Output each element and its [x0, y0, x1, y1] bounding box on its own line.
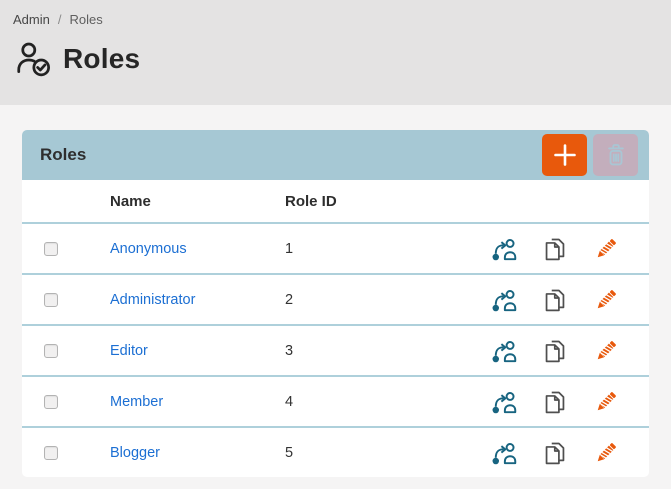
copy-button[interactable] [542, 337, 568, 365]
role-id-value: 5 [285, 445, 491, 461]
table-row: Anonymous 1 [22, 222, 649, 273]
topbar: Admin / Roles Roles [0, 0, 671, 105]
copy-button[interactable] [542, 439, 568, 467]
panel-toolbar [542, 134, 638, 176]
copy-icon [542, 236, 568, 262]
copy-button[interactable] [542, 235, 568, 263]
copy-button[interactable] [542, 286, 568, 314]
user-permissions-icon [491, 236, 517, 262]
edit-button[interactable] [593, 439, 619, 467]
copy-icon [542, 287, 568, 313]
plus-icon [552, 142, 578, 168]
trash-icon [603, 141, 629, 169]
copy-icon [542, 440, 568, 466]
role-id-value: 4 [285, 394, 491, 410]
role-name-link[interactable]: Editor [110, 343, 148, 359]
user-check-icon [14, 40, 52, 78]
table-row: Blogger 5 [22, 426, 649, 477]
page-body: Roles [0, 105, 671, 489]
breadcrumb-separator: / [58, 12, 62, 27]
add-role-button[interactable] [542, 134, 587, 176]
row-checkbox[interactable] [44, 344, 58, 358]
table-header-row: Name Role ID [22, 180, 649, 222]
panel-header: Roles [22, 130, 649, 180]
copy-icon [542, 338, 568, 364]
breadcrumb-admin[interactable]: Admin [13, 12, 50, 27]
role-id-value: 1 [285, 241, 491, 257]
role-id-value: 3 [285, 343, 491, 359]
permissions-button[interactable] [491, 388, 517, 416]
page-title: Roles [63, 43, 140, 75]
column-header-name: Name [110, 193, 285, 210]
table-row: Administrator 2 [22, 273, 649, 324]
breadcrumb-roles: Roles [69, 12, 102, 27]
user-permissions-icon [491, 338, 517, 364]
edit-pencil-icon [593, 388, 619, 416]
table-row: Member 4 [22, 375, 649, 426]
edit-pencil-icon [593, 337, 619, 365]
edit-button[interactable] [593, 286, 619, 314]
edit-pencil-icon [593, 235, 619, 263]
table-body: Anonymous 1 [22, 222, 649, 477]
roles-panel: Roles [22, 130, 649, 477]
column-header-role-id: Role ID [285, 193, 649, 210]
user-permissions-icon [491, 389, 517, 415]
role-name-link[interactable]: Anonymous [110, 241, 187, 257]
role-name-link[interactable]: Blogger [110, 445, 160, 461]
table-row: Editor 3 [22, 324, 649, 375]
row-checkbox[interactable] [44, 446, 58, 460]
panel-title: Roles [40, 145, 86, 165]
edit-button[interactable] [593, 337, 619, 365]
breadcrumb: Admin / Roles [13, 12, 671, 27]
edit-pencil-icon [593, 286, 619, 314]
user-permissions-icon [491, 287, 517, 313]
edit-button[interactable] [593, 388, 619, 416]
edit-button[interactable] [593, 235, 619, 263]
edit-pencil-icon [593, 439, 619, 467]
role-id-value: 2 [285, 292, 491, 308]
role-name-link[interactable]: Administrator [110, 292, 195, 308]
copy-icon [542, 389, 568, 415]
user-permissions-icon [491, 440, 517, 466]
permissions-button[interactable] [491, 235, 517, 263]
row-checkbox[interactable] [44, 242, 58, 256]
permissions-button[interactable] [491, 286, 517, 314]
delete-selected-button[interactable] [593, 134, 638, 176]
permissions-button[interactable] [491, 337, 517, 365]
role-name-link[interactable]: Member [110, 394, 163, 410]
copy-button[interactable] [542, 388, 568, 416]
permissions-button[interactable] [491, 439, 517, 467]
row-checkbox[interactable] [44, 293, 58, 307]
row-checkbox[interactable] [44, 395, 58, 409]
